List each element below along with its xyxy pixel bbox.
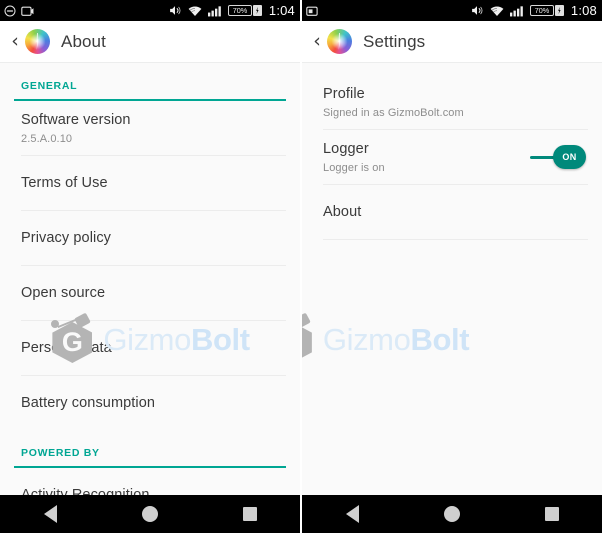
back-chevron-icon[interactable]: ‹ bbox=[310, 32, 324, 51]
list-item-activity-recognition[interactable]: Activity Recognition bbox=[0, 468, 300, 495]
section-header-powered-by: POWERED BY bbox=[0, 430, 300, 466]
section-header-general-label: GENERAL bbox=[21, 80, 78, 92]
status-clock: 1:04 bbox=[268, 3, 295, 18]
watermark: GizmoBolt bbox=[302, 312, 602, 363]
right-status-notifications bbox=[306, 5, 319, 17]
list-item-privacy-policy[interactable]: Privacy policy bbox=[0, 211, 300, 265]
list-item-title: Personal data bbox=[21, 339, 112, 356]
list-item-title: Profile bbox=[323, 86, 365, 103]
battery-percent-label: 70% bbox=[534, 5, 550, 15]
nav-recents-button[interactable] bbox=[522, 495, 582, 533]
home-circle-icon bbox=[444, 506, 460, 522]
screenshot-icon bbox=[21, 5, 34, 17]
list-item-logger[interactable]: Logger Logger is on ON bbox=[302, 130, 602, 184]
list-item-title: Terms of Use bbox=[21, 174, 108, 191]
section-header-general: GENERAL bbox=[0, 63, 300, 99]
list-item-subtitle: Logger is on bbox=[323, 161, 385, 174]
volume-icon bbox=[470, 4, 484, 17]
back-triangle-icon bbox=[43, 505, 57, 523]
right-content: GizmoBolt Profile Signed in as GizmoBolt… bbox=[302, 63, 602, 495]
list-item-title: Software version bbox=[21, 112, 131, 129]
signal-icon bbox=[509, 5, 524, 17]
list-item-title: Logger bbox=[323, 141, 369, 158]
screenshot-icon bbox=[306, 5, 319, 17]
recents-square-icon bbox=[243, 507, 257, 521]
divider bbox=[323, 239, 588, 240]
nav-home-button[interactable] bbox=[422, 495, 482, 533]
back-chevron-icon[interactable]: ‹ bbox=[8, 32, 22, 51]
back-triangle-icon bbox=[345, 505, 359, 523]
battery-percent-label: 70% bbox=[232, 5, 248, 15]
page-title: About bbox=[61, 31, 106, 51]
left-status-bar: 70% 1:04 bbox=[0, 0, 300, 21]
list-item-software-version[interactable]: Software version 2.5.A.0.10 bbox=[0, 101, 300, 155]
right-status-indicators: 70% 1:08 bbox=[470, 3, 597, 18]
wifi-icon bbox=[490, 5, 504, 17]
list-item-title: Activity Recognition bbox=[21, 486, 150, 495]
list-item-terms-of-use[interactable]: Terms of Use bbox=[0, 156, 300, 210]
logger-toggle-switch[interactable]: ON bbox=[530, 145, 586, 169]
left-content: GizmoBolt GENERAL Software version 2.5.A… bbox=[0, 63, 300, 495]
nav-back-button[interactable] bbox=[322, 495, 382, 533]
left-phone-screen: 70% 1:04 ‹ About GizmoBo bbox=[0, 0, 301, 533]
list-item-subtitle: 2.5.A.0.10 bbox=[21, 132, 73, 145]
battery-indicator: 70% bbox=[227, 5, 262, 16]
left-app-bar: ‹ About bbox=[0, 21, 300, 63]
battery-body: 70% bbox=[227, 5, 252, 16]
home-circle-icon bbox=[142, 506, 158, 522]
signal-icon bbox=[207, 5, 222, 17]
left-navigation-bar bbox=[0, 495, 300, 533]
volume-icon bbox=[168, 4, 182, 17]
status-clock: 1:08 bbox=[570, 3, 597, 18]
right-app-bar: ‹ Settings bbox=[302, 21, 602, 63]
right-status-bar: 70% 1:08 bbox=[302, 0, 602, 21]
gizmobolt-logo-icon bbox=[302, 312, 314, 363]
list-item-personal-data[interactable]: Personal data bbox=[0, 321, 300, 375]
right-navigation-bar bbox=[302, 495, 602, 533]
battery-body: 70% bbox=[529, 5, 554, 16]
toggle-state-label: ON bbox=[562, 152, 577, 162]
wifi-icon bbox=[188, 5, 202, 17]
right-phone-screen: 70% 1:08 ‹ Settings Gizm bbox=[301, 0, 602, 533]
battery-indicator: 70% bbox=[529, 5, 564, 16]
watermark-text-bold: Bolt bbox=[410, 321, 470, 357]
list-item-title: About bbox=[323, 203, 362, 220]
list-item-profile[interactable]: Profile Signed in as GizmoBolt.com bbox=[302, 75, 602, 129]
section-header-powered-by-label: POWERED BY bbox=[21, 447, 100, 459]
recents-square-icon bbox=[545, 507, 559, 521]
toggle-knob: ON bbox=[553, 145, 586, 169]
do-not-disturb-icon bbox=[4, 5, 16, 17]
left-status-notifications bbox=[4, 5, 34, 17]
nav-home-button[interactable] bbox=[120, 495, 180, 533]
logger-texts: Logger Logger is on bbox=[323, 140, 385, 173]
nav-recents-button[interactable] bbox=[220, 495, 280, 533]
dual-screenshot-container: 70% 1:04 ‹ About GizmoBo bbox=[0, 0, 602, 533]
watermark-text-light: Gizmo bbox=[322, 321, 411, 357]
app-logo-icon bbox=[25, 29, 50, 54]
list-item-subtitle: Signed in as GizmoBolt.com bbox=[323, 106, 464, 119]
left-status-indicators: 70% 1:04 bbox=[168, 3, 295, 18]
list-item-title: Battery consumption bbox=[21, 394, 156, 411]
list-item-battery-consumption[interactable]: Battery consumption bbox=[0, 376, 300, 430]
app-logo-icon bbox=[327, 29, 352, 54]
list-item-open-source[interactable]: Open source bbox=[0, 266, 300, 320]
battery-charging-icon bbox=[554, 5, 564, 16]
list-item-title: Open source bbox=[21, 284, 106, 301]
watermark-text: GizmoBolt bbox=[322, 321, 470, 357]
list-item-title: Privacy policy bbox=[21, 229, 112, 246]
battery-charging-icon bbox=[252, 5, 262, 16]
list-item-about[interactable]: About bbox=[302, 185, 602, 239]
page-title: Settings bbox=[363, 31, 426, 51]
nav-back-button[interactable] bbox=[20, 495, 80, 533]
